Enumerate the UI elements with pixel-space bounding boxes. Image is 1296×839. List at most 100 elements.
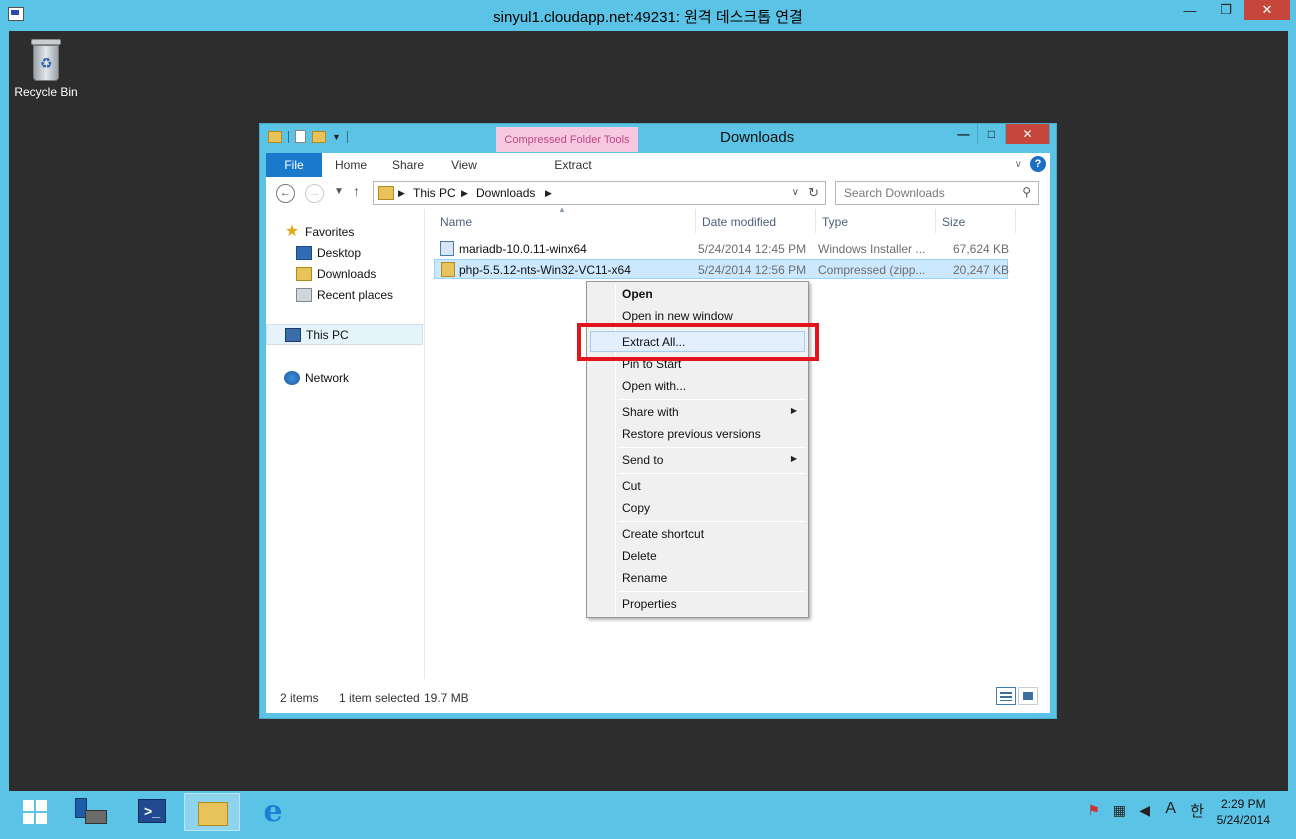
status-bar: 2 items 1 item selected 19.7 MB (266, 679, 1050, 713)
taskbar-server-manager[interactable] (65, 793, 121, 831)
search-input[interactable]: Search Downloads ⚲ (835, 181, 1039, 205)
menu-item-delete[interactable]: Delete (590, 546, 805, 567)
recent-places-icon (296, 287, 312, 302)
nav-favorites[interactable]: ★ Favorites (284, 221, 414, 242)
properties-icon[interactable] (295, 130, 306, 143)
address-row: ← → ▼ ↑ ▶ This PC ▶ Downloads ▶ ∨ ↻ Sear… (266, 177, 1050, 209)
status-size: 19.7 MB (424, 691, 469, 705)
search-icon: ⚲ (1022, 185, 1031, 199)
zip-folder-icon (441, 262, 455, 277)
refresh-icon[interactable]: ↻ (808, 185, 819, 201)
column-header-type[interactable]: Type (816, 209, 936, 233)
menu-item-open[interactable]: Open (590, 284, 805, 305)
menu-item-copy[interactable]: Copy (590, 498, 805, 519)
menu-item-restore-previous-versions[interactable]: Restore previous versions (590, 424, 805, 445)
sort-ascending-icon: ▲ (558, 205, 566, 214)
nav-downloads[interactable]: Downloads (296, 263, 416, 284)
compressed-folder-tools-group: Compressed Folder Tools (496, 127, 638, 152)
details-view-icon[interactable] (996, 687, 1016, 705)
nav-network[interactable]: Network (284, 367, 414, 388)
recent-locations-chevron-icon[interactable]: ▼ (334, 186, 344, 197)
customize-qat-chevron-icon[interactable]: ▼ (332, 132, 341, 142)
file-row[interactable]: mariadb-10.0.11-winx64 5/24/2014 12:45 P… (434, 239, 1009, 259)
windows-logo-icon (23, 800, 47, 824)
recycle-bin-shortcut[interactable]: Recycle Bin (11, 39, 81, 99)
taskbar-powershell[interactable]: >_ (125, 793, 181, 831)
column-header-name[interactable]: ▲ Name (434, 205, 696, 233)
explorer-close-button[interactable]: ✕ (1006, 124, 1050, 144)
expand-ribbon-chevron-icon[interactable]: ∨ (1015, 159, 1022, 170)
forward-button[interactable]: → (305, 184, 324, 203)
nav-desktop[interactable]: Desktop (296, 242, 416, 263)
network-icon (284, 370, 300, 385)
nav-this-pc[interactable]: This PC (266, 324, 423, 345)
menu-item-send-to[interactable]: Send to ▶ (590, 450, 805, 471)
start-button[interactable] (13, 793, 59, 831)
breadcrumb-this-pc[interactable]: This PC (413, 186, 456, 200)
tab-view[interactable]: View (442, 153, 486, 177)
ribbon-tabs: File Home Share View Extract ∨ ? (266, 153, 1050, 177)
column-header-size[interactable]: Size (936, 209, 1016, 233)
downloads-folder-icon (378, 186, 394, 200)
ime-mode-indicator[interactable]: A (1165, 800, 1176, 818)
tab-extract[interactable]: Extract (502, 153, 644, 177)
tab-file[interactable]: File (266, 153, 322, 177)
annotation-highlight-box (577, 323, 819, 361)
taskbar-internet-explorer[interactable]: e (245, 793, 301, 831)
rdp-minimize-button[interactable]: — (1172, 0, 1208, 20)
menu-item-properties[interactable]: Properties (590, 594, 805, 615)
favorites-star-icon: ★ (284, 222, 300, 240)
taskbar-file-explorer[interactable] (184, 793, 240, 831)
rdp-restore-button[interactable]: ❐ (1208, 0, 1244, 20)
server-manager-icon (75, 798, 107, 826)
rdp-title-bar: sinyul1.cloudapp.net:49231: 원격 데스크톱 연결 —… (0, 0, 1296, 31)
status-selection: 1 item selected (339, 691, 420, 705)
powershell-icon: >_ (138, 799, 166, 823)
network-status-icon[interactable]: ▦ (1113, 802, 1126, 819)
tab-home[interactable]: Home (328, 153, 374, 177)
file-explorer-icon (198, 802, 228, 826)
help-icon[interactable]: ? (1030, 156, 1046, 172)
status-item-count: 2 items (280, 691, 319, 705)
downloads-icon (296, 266, 312, 281)
action-center-icon[interactable]: ⚑ (1087, 802, 1100, 819)
clock[interactable]: 2:29 PM 5/24/2014 (1217, 796, 1270, 828)
explorer-minimize-button[interactable]: — (950, 124, 978, 144)
explorer-app-icon[interactable] (268, 130, 282, 143)
volume-muted-icon[interactable]: ◀ (1139, 802, 1150, 819)
recycle-bin-icon (29, 39, 63, 81)
back-button[interactable]: ← (276, 184, 295, 203)
explorer-title-bar: ▼ Compressed Folder Tools Downloads — □ … (260, 124, 1056, 152)
explorer-window-title: Downloads (720, 129, 795, 146)
menu-item-rename[interactable]: Rename (590, 568, 805, 589)
clock-date: 5/24/2014 (1216, 813, 1270, 827)
ime-language-indicator[interactable]: 한 (1190, 800, 1204, 821)
submenu-arrow-icon: ▶ (790, 406, 797, 415)
file-row-selected[interactable]: php-5.5.12-nts-Win32-VC11-x64 5/24/2014 … (434, 259, 1009, 279)
menu-item-share-with[interactable]: Share with ▶ (590, 402, 805, 423)
desktop-icon (296, 245, 312, 260)
address-bar[interactable]: ▶ This PC ▶ Downloads ▶ ∨ ↻ (373, 181, 826, 205)
rdp-close-button[interactable]: ✕ (1244, 0, 1290, 20)
menu-item-cut[interactable]: Cut (590, 476, 805, 497)
taskbar: >_ e ⚑ ▦ ◀ A 한 2:29 PM 5/24/2014 (9, 791, 1288, 831)
address-history-chevron-icon[interactable]: ∨ (792, 187, 799, 198)
menu-item-create-shortcut[interactable]: Create shortcut (590, 524, 805, 545)
quick-access-toolbar: ▼ (268, 130, 348, 143)
tab-share[interactable]: Share (386, 153, 430, 177)
large-icons-view-icon[interactable] (1018, 687, 1038, 705)
clock-time: 2:29 PM (1220, 797, 1266, 811)
navigation-pane: ★ Favorites Desktop Downloads Recent pla… (266, 209, 425, 679)
msi-icon (440, 241, 454, 256)
breadcrumb-downloads[interactable]: Downloads (476, 186, 535, 200)
menu-item-open-with[interactable]: Open with... (590, 376, 805, 397)
column-header-date-modified[interactable]: Date modified (696, 209, 816, 233)
up-button[interactable]: ↑ (353, 183, 360, 199)
search-placeholder: Search Downloads (844, 186, 945, 200)
explorer-maximize-button[interactable]: □ (978, 124, 1006, 144)
new-folder-icon[interactable] (312, 130, 326, 143)
nav-recent-places[interactable]: Recent places (296, 284, 416, 305)
submenu-arrow-icon: ▶ (790, 454, 797, 463)
recycle-bin-label: Recycle Bin (14, 85, 78, 99)
rdp-window-title: sinyul1.cloudapp.net:49231: 원격 데스크톱 연결 (493, 9, 803, 26)
